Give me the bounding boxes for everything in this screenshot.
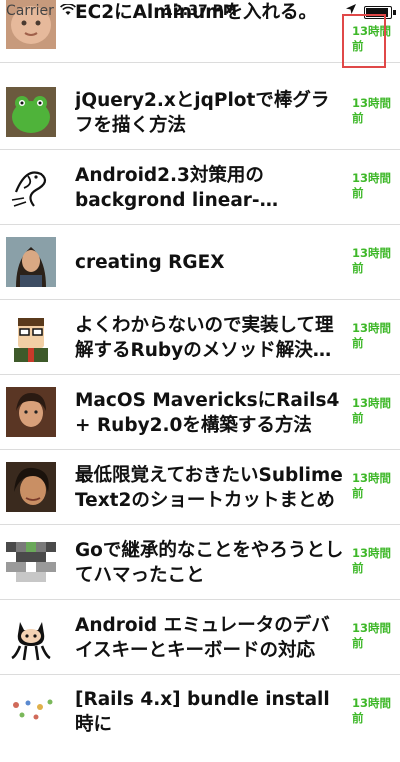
post-time: 13時間前: [352, 396, 392, 425]
article-title[interactable]: creating RGEX: [75, 225, 345, 300]
avatar-pixel-identicon-icon: [6, 537, 56, 587]
avatar-octocat-icon: [6, 612, 56, 662]
avatar-person-icon: [6, 237, 56, 287]
avatar-dotted-pattern-icon: [6, 687, 56, 737]
article-title[interactable]: よくわからないので実装して理解するRubyのメソッド解決…: [75, 300, 345, 375]
list-item[interactable]: よくわからないので実装して理解するRubyのメソッド解決… 13時間前: [0, 300, 400, 375]
article-title[interactable]: jQuery2.xとjqPlotで棒グラフを描く方法: [75, 75, 345, 150]
avatar-sketch-bird-icon: [6, 162, 56, 212]
list-item[interactable]: creating RGEX 13時間前: [0, 225, 400, 300]
list-item[interactable]: [Rails 4.x] bundle install 時に 13時間前: [0, 675, 400, 750]
avatar-person-icon: [6, 387, 56, 437]
list-item[interactable]: Goで継承的なことをやろうとしてハマったこと 13時間前: [0, 525, 400, 600]
status-bar: Carrier 12:37 PM: [0, 0, 400, 24]
post-time: 13時間前: [352, 546, 392, 575]
clock: 12:37 PM: [163, 3, 237, 19]
article-title[interactable]: MacOS MavericksにRails4 + Ruby2.0を構築する方法: [75, 375, 345, 450]
list-item[interactable]: jQuery2.xとjqPlotで棒グラフを描く方法 13時間前: [0, 75, 400, 150]
article-title[interactable]: Goで継承的なことをやろうとしてハマったこと: [75, 525, 345, 600]
article-title[interactable]: 最低限覚えておきたいSublime Text2のショートカットまとめ: [75, 450, 345, 525]
post-time: 13時間前: [352, 621, 392, 650]
list-item[interactable]: Android エミュレータのデバイスキーとキーボードの対応 13時間前: [0, 600, 400, 675]
post-time: 13時間前: [352, 471, 392, 500]
article-title[interactable]: Android エミュレータのデバイスキーとキーボードの対応: [75, 600, 345, 675]
list-item[interactable]: MacOS MavericksにRails4 + Ruby2.0を構築する方法 …: [0, 375, 400, 450]
highlight-box: [342, 14, 386, 68]
avatar-cartoon-character-icon: [6, 312, 56, 362]
list-item[interactable]: Android2.3対策用のbackgrond linear-gradient……: [0, 150, 400, 225]
post-time: 13時間前: [352, 96, 392, 125]
article-title[interactable]: [Rails 4.x] bundle install 時に: [75, 687, 345, 762]
post-time: 13時間前: [352, 246, 392, 275]
post-time: 13時間前: [352, 171, 392, 200]
article-title[interactable]: Android2.3対策用のbackgrond linear-gradient…: [75, 150, 345, 225]
avatar-person-icon: [6, 462, 56, 512]
list-item[interactable]: 最低限覚えておきたいSublime Text2のショートカットまとめ 13時間前: [0, 450, 400, 525]
post-time: 13時間前: [352, 696, 392, 725]
post-time: 13時間前: [352, 321, 392, 350]
avatar-frog-icon: [6, 87, 56, 137]
location-arrow-icon: [346, 4, 356, 14]
